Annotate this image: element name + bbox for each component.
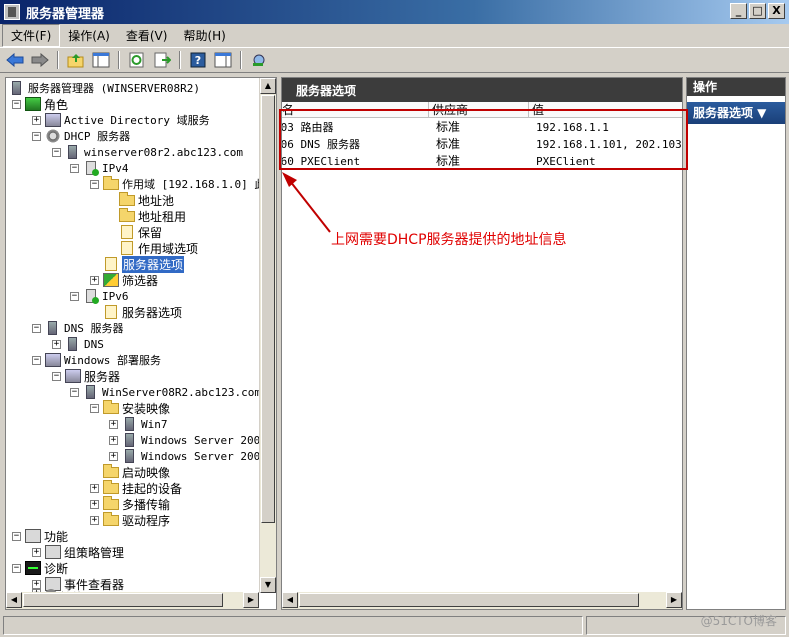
annotation-arrow-icon xyxy=(282,172,331,233)
status-bar xyxy=(0,614,789,637)
status-cell xyxy=(3,616,583,635)
watermark: @51CTO博客 xyxy=(700,614,777,628)
annotation-text: 上网需要DHCP服务器提供的地址信息 xyxy=(331,232,567,248)
